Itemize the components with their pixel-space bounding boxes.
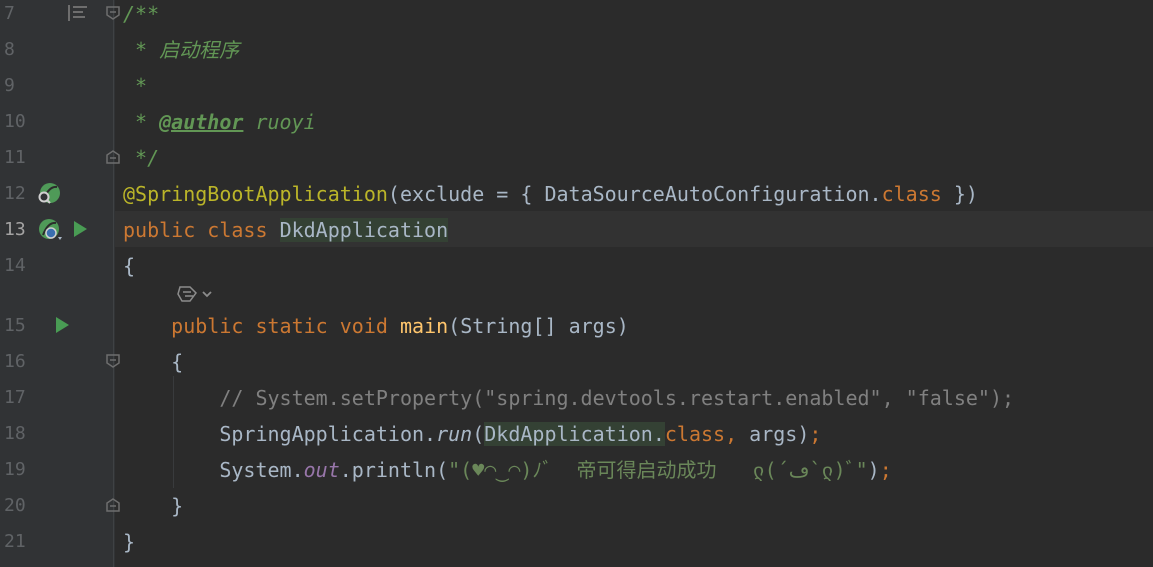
line-number: 18	[4, 423, 26, 444]
doc-comment-text: 启动程序	[159, 38, 240, 62]
code-line[interactable]: 16 {	[0, 344, 1153, 380]
code-text: System.out.println("(♥◠‿◠)ﾉﾞ 帝可得启动成功 ლ(´…	[123, 452, 892, 488]
annotation-args: (exclude = { DataSourceAutoConfiguration…	[387, 182, 882, 206]
line-number: 12	[4, 183, 26, 204]
brace: }	[171, 494, 184, 518]
code-line[interactable]: 17 // System.setProperty("spring.devtool…	[0, 380, 1153, 416]
keyword: class	[207, 218, 268, 242]
method-call: .println(	[339, 458, 449, 482]
static-field[interactable]: out	[304, 458, 340, 482]
doc-comment: *	[123, 74, 148, 98]
semicolon: ;	[809, 422, 822, 446]
annotation-args-close: })	[941, 182, 978, 206]
line-number: 15	[4, 315, 26, 336]
paren: (	[472, 422, 485, 446]
brace: }	[123, 530, 136, 554]
keyword: public	[171, 314, 244, 338]
doc-tag-author[interactable]: @author	[159, 110, 243, 134]
code-line[interactable]: 8 * 启动程序	[0, 32, 1153, 68]
doc-comment: *	[123, 110, 160, 134]
line-number: 17	[4, 387, 26, 408]
comma: ,	[725, 422, 738, 446]
static-method[interactable]: run	[436, 422, 472, 446]
code-text: * 启动程序	[123, 32, 239, 68]
code-text: /**	[123, 0, 159, 32]
line-number: 20	[4, 495, 26, 516]
code-text: @SpringBootApplication(exclude = { DataS…	[123, 176, 978, 212]
line-number: 14	[4, 255, 26, 276]
line-number: 9	[4, 75, 15, 96]
code-line[interactable]: 13 public class DkdApplication	[0, 212, 1153, 248]
keyword: static	[255, 314, 328, 338]
args: args)	[737, 422, 810, 446]
keyword: void	[339, 314, 388, 338]
method-name[interactable]: main	[400, 314, 448, 338]
code-line[interactable]: 14 {	[0, 248, 1153, 284]
code-text: */	[123, 140, 159, 176]
line-number: 16	[4, 351, 26, 372]
class-ref-highlight: DkdApplication.	[484, 422, 665, 446]
code-line[interactable]: 20 }	[0, 488, 1153, 524]
code-text: {	[123, 248, 135, 284]
code-line[interactable]: 7 /**	[0, 0, 1153, 32]
code-line[interactable]: 18 SpringApplication.run(DkdApplication.…	[0, 416, 1153, 452]
line-number: 11	[4, 147, 26, 168]
brace: {	[171, 350, 184, 374]
code-line[interactable]: 21 }	[0, 524, 1153, 560]
doc-comment: *	[123, 38, 160, 62]
code-text: * @author ruoyi	[123, 104, 316, 140]
keyword: class	[881, 182, 942, 206]
method-params: (String[] args)	[448, 314, 629, 338]
doc-comment: /**	[123, 2, 160, 26]
code-line[interactable]: 9 *	[0, 68, 1153, 104]
code-line[interactable]: 10 * @author ruoyi	[0, 104, 1153, 140]
annotation[interactable]: @SpringBootApplication	[123, 182, 388, 206]
line-number: 21	[4, 531, 26, 552]
class-ref: SpringApplication.	[219, 422, 437, 446]
code-line[interactable]: 19 System.out.println("(♥◠‿◠)ﾉﾞ 帝可得启动成功 …	[0, 452, 1153, 488]
line-number: 13	[4, 219, 26, 240]
ai-hint-icon[interactable]	[176, 283, 212, 307]
keyword: public	[123, 218, 196, 242]
line-comment: // System.setProperty("spring.devtools.r…	[219, 386, 1015, 410]
code-line[interactable]: 11 */	[0, 140, 1153, 176]
line-number: 8	[4, 39, 15, 60]
line-number: 7	[4, 3, 15, 24]
line-number: 10	[4, 111, 26, 132]
keyword: class	[664, 422, 726, 446]
brace: {	[123, 254, 136, 278]
class-name[interactable]: DkdApplication	[279, 218, 449, 242]
code-line[interactable]: 12 @SpringBootApplication(exclude = { Da…	[0, 176, 1153, 212]
code-line[interactable]: 15 public static void main(String[] args…	[0, 308, 1153, 344]
doc-tag-value: ruoyi	[243, 110, 316, 134]
line-number: 19	[4, 459, 26, 480]
code-text: public class DkdApplication	[123, 212, 449, 248]
code-text: SpringApplication.run(DkdApplication.cla…	[123, 416, 821, 452]
code-text: public static void main(String[] args)	[123, 308, 629, 344]
code-text: {	[123, 344, 183, 380]
doc-comment: */	[123, 146, 160, 170]
code-text: *	[123, 68, 147, 104]
class-ref: System.	[219, 458, 304, 482]
code-text: }	[123, 524, 135, 560]
code-text: }	[123, 488, 183, 524]
string-literal: "(♥◠‿◠)ﾉﾞ 帝可得启动成功 ლ(´ڡ`ლ)ﾞ"	[448, 458, 868, 482]
code-text: // System.setProperty("spring.devtools.r…	[123, 380, 1014, 416]
semicolon: ;	[879, 458, 892, 482]
paren: )	[867, 458, 880, 482]
